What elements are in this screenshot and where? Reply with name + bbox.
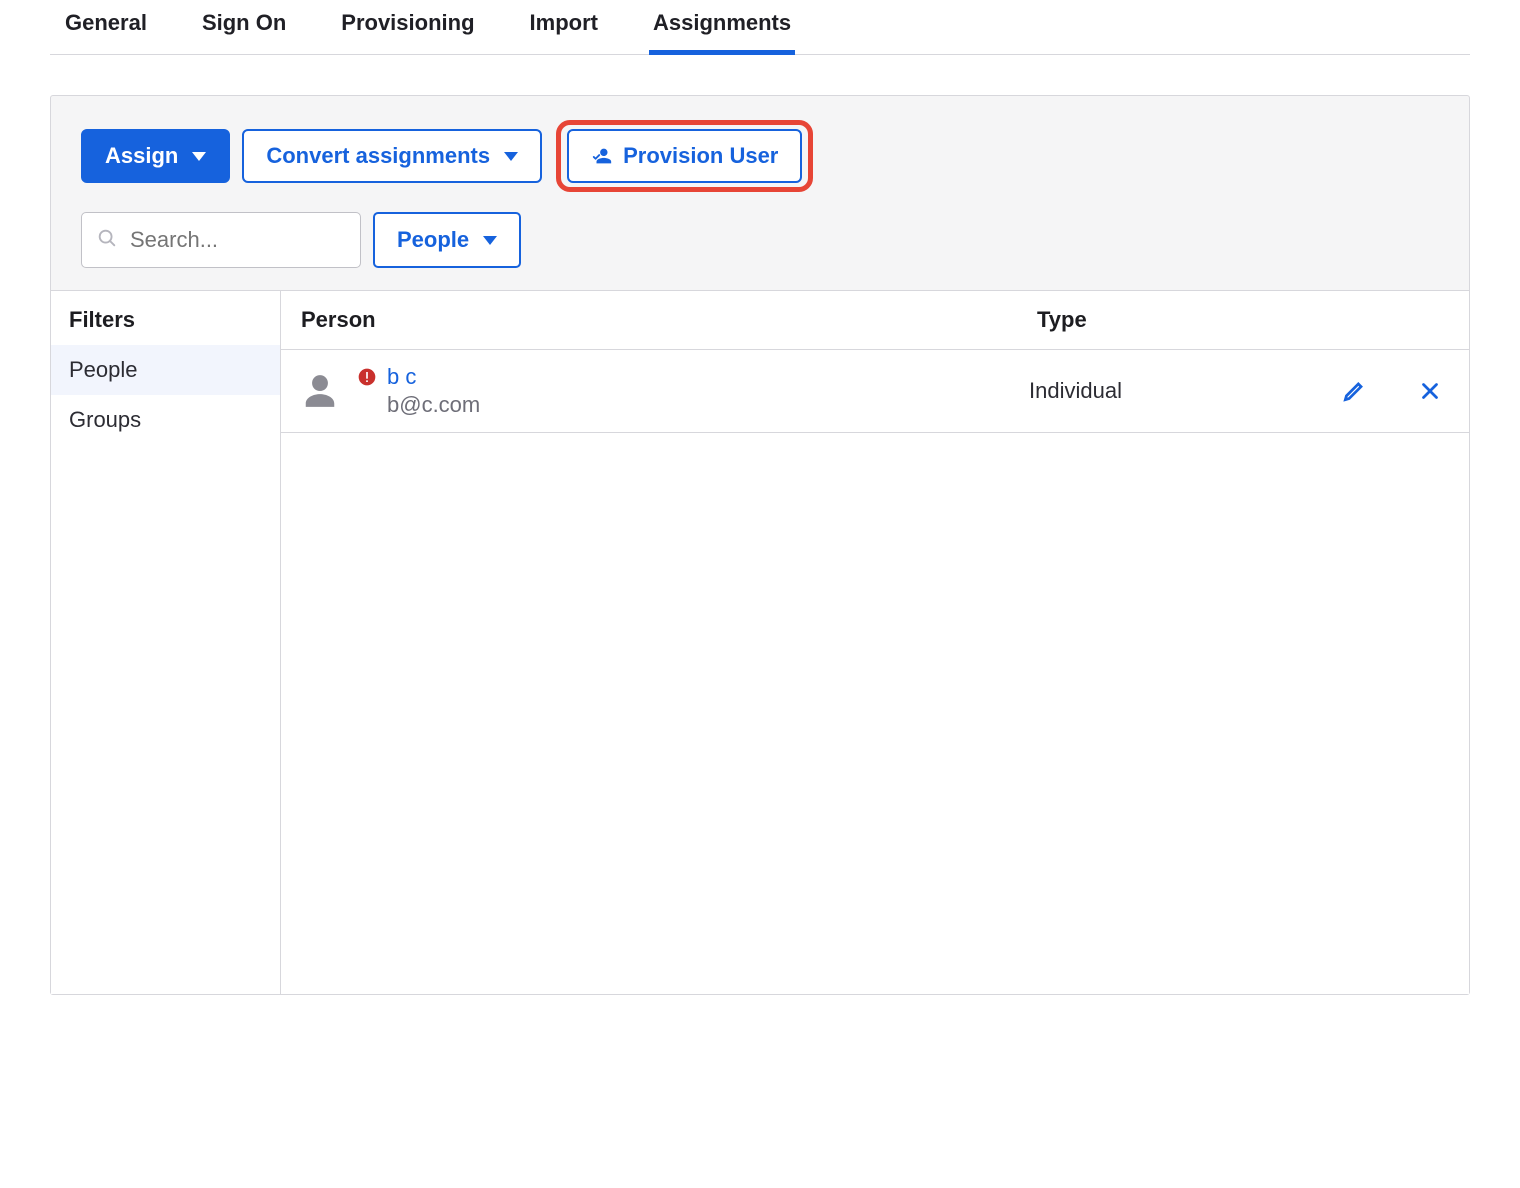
table-header-row: Person Type	[281, 291, 1469, 350]
sidebar-item-groups[interactable]: Groups	[51, 395, 280, 445]
search-icon	[96, 227, 118, 254]
convert-assignments-label: Convert assignments	[266, 143, 490, 169]
provision-user-highlight: Provision User	[556, 120, 813, 192]
content-area: Filters People Groups Person Type	[51, 290, 1469, 994]
sidebar-item-label: Groups	[69, 407, 141, 432]
chevron-down-icon	[504, 152, 518, 161]
person-cell: b c b@c.com	[301, 364, 1029, 418]
tab-sign-on[interactable]: Sign On	[202, 0, 286, 54]
chevron-down-icon	[483, 236, 497, 245]
column-person: Person	[301, 307, 1029, 333]
error-icon	[357, 367, 377, 387]
column-type: Type	[1029, 307, 1289, 333]
toolbar: Assign Convert assignments Provision Use…	[51, 96, 1469, 290]
avatar-icon	[301, 372, 339, 410]
person-name-link[interactable]: b c	[387, 364, 416, 390]
tab-provisioning[interactable]: Provisioning	[341, 0, 474, 54]
sidebar-item-label: People	[69, 357, 138, 382]
user-add-icon	[591, 145, 613, 167]
tab-general[interactable]: General	[65, 0, 147, 54]
tabs-nav: General Sign On Provisioning Import Assi…	[50, 0, 1470, 55]
people-filter-button[interactable]: People	[373, 212, 521, 268]
tab-import[interactable]: Import	[530, 0, 598, 54]
sidebar-item-people[interactable]: People	[51, 345, 280, 395]
person-email: b@c.com	[387, 392, 480, 418]
table-row: b c b@c.com Individual	[281, 350, 1469, 433]
remove-icon[interactable]	[1417, 378, 1443, 404]
filters-sidebar: Filters People Groups	[51, 291, 281, 994]
assignment-type: Individual	[1029, 378, 1289, 404]
chevron-down-icon	[192, 152, 206, 161]
provision-user-button[interactable]: Provision User	[567, 129, 802, 183]
tab-assignments[interactable]: Assignments	[653, 0, 791, 54]
convert-assignments-button[interactable]: Convert assignments	[242, 129, 542, 183]
filters-title: Filters	[51, 291, 280, 345]
assign-button[interactable]: Assign	[81, 129, 230, 183]
people-filter-label: People	[397, 227, 469, 253]
provision-user-label: Provision User	[623, 143, 778, 169]
assignments-panel: Assign Convert assignments Provision Use…	[50, 95, 1470, 995]
edit-icon[interactable]	[1341, 378, 1367, 404]
assign-button-label: Assign	[105, 143, 178, 169]
search-input[interactable]	[130, 227, 346, 253]
assignments-table: Person Type	[281, 291, 1469, 994]
search-field[interactable]	[81, 212, 361, 268]
